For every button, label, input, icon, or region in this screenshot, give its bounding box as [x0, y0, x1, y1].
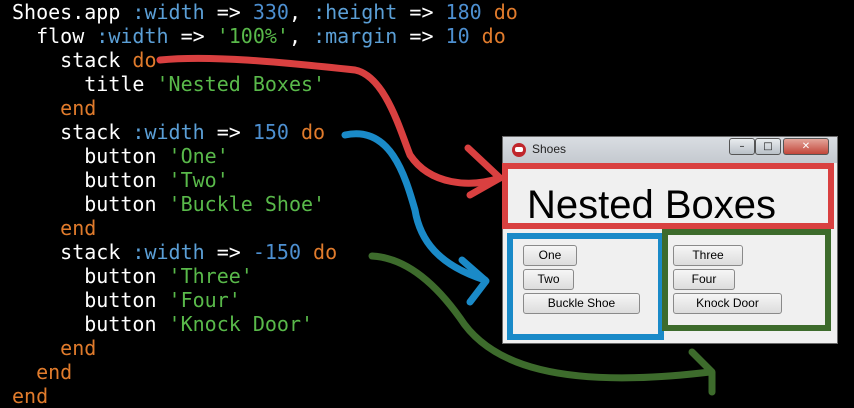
annotation-overlay: [156, 54, 834, 396]
title-stack-box: [502, 163, 834, 229]
left-stack-box: [507, 233, 664, 340]
red-arrow-head: [464, 144, 504, 199]
right-stack-box: [662, 229, 831, 331]
blue-arrow-head: [458, 256, 490, 306]
red-annotation-arrow: [156, 54, 504, 187]
